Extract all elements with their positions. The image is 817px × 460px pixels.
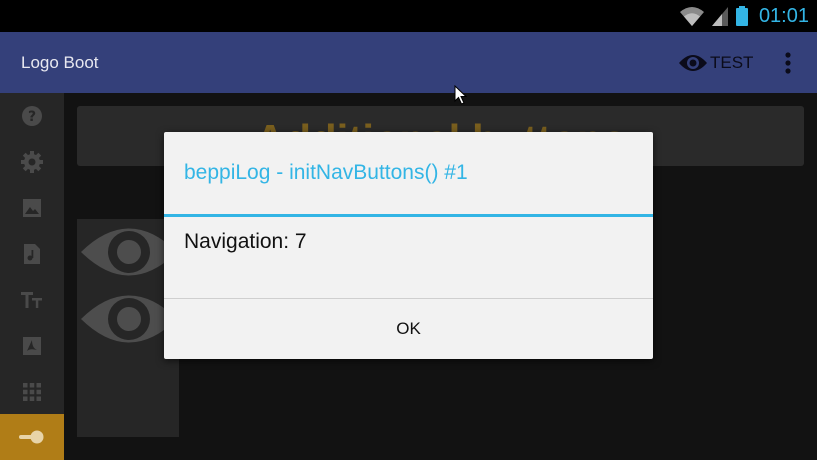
status-time: 01:01: [758, 4, 809, 27]
nav-item-help[interactable]: ?: [0, 93, 64, 139]
alert-dialog: beppiLog - initNavButtons() #1 Navigatio…: [164, 132, 653, 359]
dialog-ok-button[interactable]: OK: [164, 299, 653, 359]
side-navigation: ?: [0, 93, 64, 460]
dialog-title: beppiLog - initNavButtons() #1: [184, 161, 468, 184]
nav-item-music[interactable]: [0, 231, 64, 277]
status-icons: 01:01: [679, 4, 809, 28]
nav-item-apps[interactable]: [0, 369, 64, 415]
wifi-icon: [679, 7, 704, 26]
overflow-menu-button[interactable]: [776, 50, 800, 76]
apps-grid-icon: [23, 383, 41, 401]
test-action-button[interactable]: TEST: [678, 50, 753, 76]
dialog-message: Navigation: 7: [184, 230, 307, 253]
toggle-icon: [19, 430, 44, 444]
svg-text:?: ?: [28, 109, 36, 125]
cell-signal-icon: [711, 7, 728, 26]
pdf-icon: [23, 337, 41, 355]
nav-item-text[interactable]: [0, 277, 64, 323]
app-bar: Logo Boot TEST: [0, 32, 817, 93]
nav-item-pdf[interactable]: [0, 323, 64, 369]
nav-item-toggle[interactable]: [0, 414, 64, 460]
more-vert-icon: [785, 52, 791, 74]
battery-icon: [735, 6, 748, 26]
text-format-icon: [21, 292, 42, 308]
dialog-title-divider: [164, 214, 653, 217]
image-icon: [23, 199, 41, 217]
app-title: Logo Boot: [21, 53, 99, 72]
test-action-label: TEST: [710, 53, 754, 72]
music-file-icon: [24, 244, 40, 264]
nav-item-image[interactable]: [0, 185, 64, 231]
help-icon: ?: [22, 106, 42, 126]
status-bar: 01:01: [0, 0, 817, 32]
device-screen: 01:01 Logo Boot TEST ? beppiLog - initNa…: [0, 0, 817, 460]
nav-item-settings[interactable]: [0, 139, 64, 185]
settings-icon: [21, 151, 43, 173]
mouse-cursor-icon: [454, 85, 468, 105]
eye-icon: [679, 55, 707, 71]
